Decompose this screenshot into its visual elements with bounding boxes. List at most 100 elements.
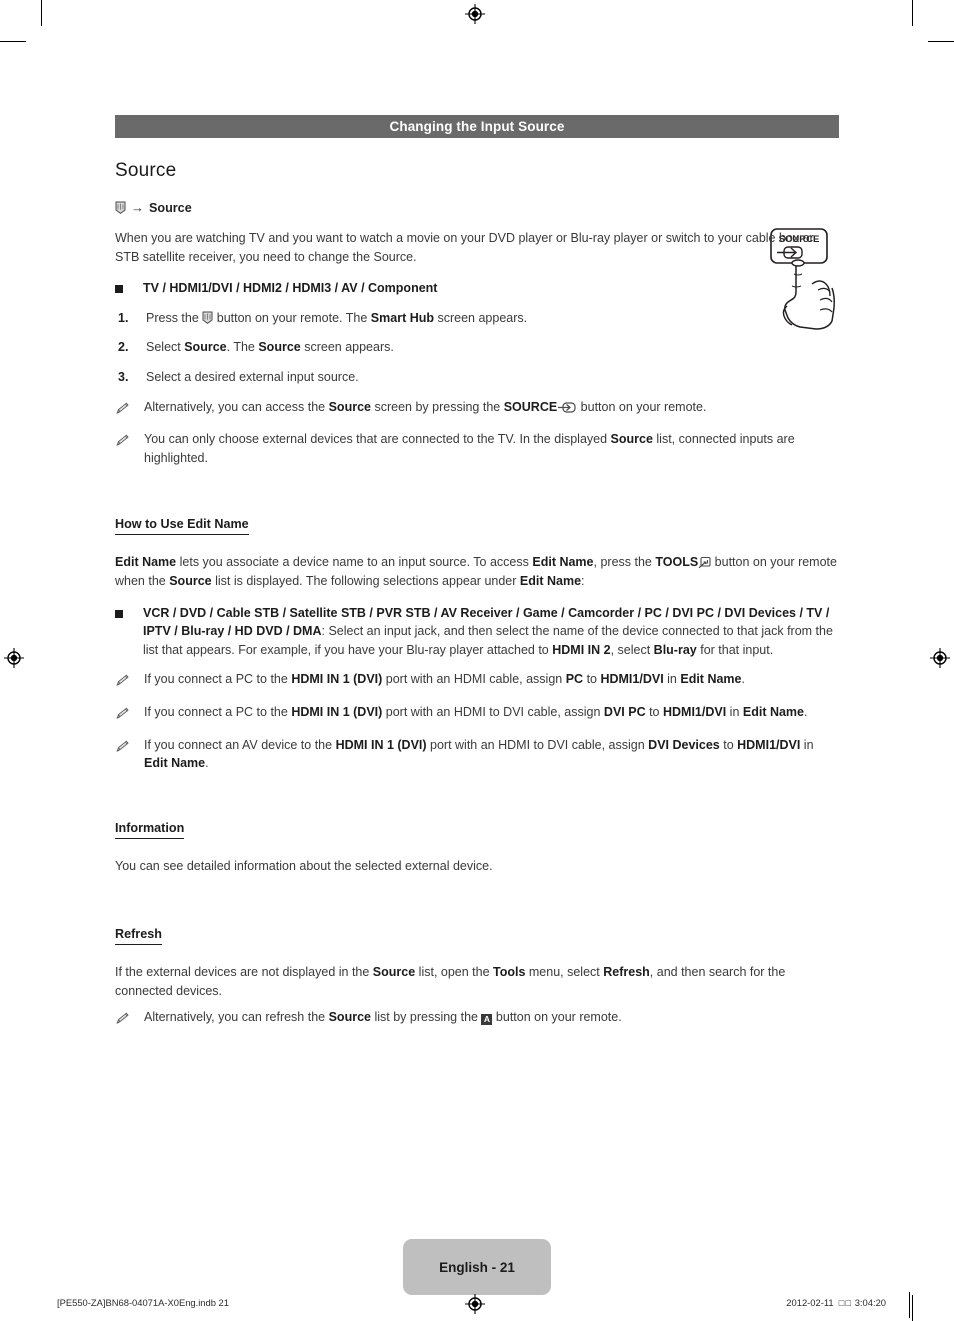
note-source-shortcut: Alternatively, you can access the Source… xyxy=(115,398,839,420)
information-paragraph: You can see detailed information about t… xyxy=(115,858,493,873)
step-1-bold: Smart Hub xyxy=(370,310,434,325)
step-3-number: 3. xyxy=(118,369,129,384)
refresh-note-t3: button on your remote. xyxy=(492,1010,622,1025)
en-note-2-b2: DVI PC xyxy=(603,704,646,719)
note-connected-devices: You can only choose external devices tha… xyxy=(115,430,839,467)
en-note-3-t4: in xyxy=(800,737,814,752)
pencil-note-icon xyxy=(116,740,130,752)
pencil-note-icon xyxy=(116,1012,130,1025)
step-1-number: 1. xyxy=(118,310,129,325)
pencil-note-icon xyxy=(116,674,130,687)
banner-title: Changing the Input Source xyxy=(389,119,565,134)
refresh-paragraph: If the external devices are not displaye… xyxy=(115,963,839,1000)
en-note-2-t1: If you connect a PC to the xyxy=(144,704,292,719)
device-names-bullet: VCR / DVD / Cable STB / Satellite STB / … xyxy=(115,604,839,660)
edit-name-t1: lets you associate a device name to an i… xyxy=(176,555,533,570)
registration-mark-top-center xyxy=(465,4,485,24)
pencil-note-icon xyxy=(116,402,130,414)
section-banner: Changing the Input Source xyxy=(115,115,839,138)
path-arrow-icon: → xyxy=(131,200,144,215)
step-2: 2. Select Source. The Source screen appe… xyxy=(115,338,839,357)
edit-name-t2: , press the xyxy=(593,555,656,570)
en-note-2-t4: in xyxy=(726,704,743,719)
en-note-2-t3: to xyxy=(645,704,663,719)
en-note-3-b3: HDMI1/DVI xyxy=(737,737,801,752)
tools-button-icon xyxy=(698,556,711,569)
intro-paragraph: When you are watching TV and you want to… xyxy=(115,231,814,264)
device-bullet-t3: for that input. xyxy=(696,642,774,657)
refresh-t1: If the external devices are not displaye… xyxy=(115,965,373,980)
square-bullet-icon xyxy=(115,609,123,618)
en-note-1-t3: to xyxy=(583,672,601,687)
step-1-pre: Press the xyxy=(146,310,203,325)
note-av-hdmi-to-dvi-cable: If you connect an AV device to the HDMI … xyxy=(115,736,839,773)
en-note-3-t3: to xyxy=(719,737,738,752)
edit-name-bold-3-tools: TOOLS xyxy=(655,555,699,570)
pencil-note-icon xyxy=(116,434,130,446)
footer-missing-glyphs: □□ xyxy=(838,1297,853,1308)
registration-mark-left-center xyxy=(4,648,24,668)
refresh-b2: Tools xyxy=(493,965,526,980)
refresh-t3: menu, select xyxy=(525,965,604,980)
square-bullet-icon xyxy=(115,285,123,294)
a-button-icon: A xyxy=(481,1014,493,1026)
en-note-3-t1: If you connect an AV device to the xyxy=(144,737,336,752)
crop-mark-top-left-horizontal xyxy=(0,41,26,42)
note-1-bold-2: SOURCE xyxy=(503,399,558,414)
page-number-label: English - 21 xyxy=(439,1259,515,1275)
edit-name-paragraph: Edit Name lets you associate a device na… xyxy=(115,553,839,590)
crop-mark-top-right-vertical xyxy=(912,0,913,26)
refresh-t2: list, open the xyxy=(415,965,494,980)
note-pc-hdmi-cable: If you connect a PC to the HDMI IN 1 (DV… xyxy=(115,670,839,692)
en-note-1-b3: HDMI1/DVI xyxy=(600,672,664,687)
en-note-2-t5: . xyxy=(804,704,808,719)
note-pc-hdmi-to-dvi-cable: If you connect a PC to the HDMI IN 1 (DV… xyxy=(115,703,839,725)
subheading-refresh: Refresh xyxy=(115,927,162,946)
en-note-1-t1: If you connect a PC to the xyxy=(144,672,292,687)
path-label-source: Source xyxy=(149,200,192,215)
en-note-1-b2: PC xyxy=(565,672,584,687)
refresh-b1: Source xyxy=(372,965,416,980)
page-content: Source → Source When you are watching TV… xyxy=(115,160,839,1041)
en-note-3-t5: . xyxy=(205,756,209,771)
crop-mark-top-right-horizontal xyxy=(928,41,954,42)
en-note-3-t2: port with an HDMI to DVI cable, assign xyxy=(426,737,649,752)
refresh-note-t1: Alternatively, you can refresh the xyxy=(144,1010,329,1025)
page-title: Source xyxy=(115,160,177,181)
smart-hub-icon xyxy=(115,201,126,214)
device-bullet-bold-3: Blu-ray xyxy=(653,642,697,657)
footer-crop-rule xyxy=(909,1292,910,1318)
note-1-pre: Alternatively, you can access the xyxy=(144,399,329,414)
edit-name-t4: list is displayed. The following selecti… xyxy=(211,573,520,588)
en-note-1-b4: Edit Name xyxy=(680,672,742,687)
step-2-mid: . The xyxy=(226,340,259,355)
note-1-bold-1: Source xyxy=(328,399,371,414)
note-1-mid: screen by pressing the xyxy=(370,399,504,414)
footer-file-reference: [PE550-ZA]BN68-04071A-X0Eng.indb 21 xyxy=(57,1297,229,1308)
step-2-pre: Select xyxy=(146,340,185,355)
step-1-post: screen appears. xyxy=(434,310,528,325)
registration-mark-bottom-center xyxy=(465,1294,485,1314)
input-sources-list: TV / HDMI1/DVI / HDMI2 / HDMI3 / AV / Co… xyxy=(143,281,438,296)
en-note-2-t2: port with an HDMI to DVI cable, assign xyxy=(382,704,604,719)
note-1-post: button on your remote. xyxy=(577,399,707,414)
footer-time: 3:04:20 xyxy=(854,1297,886,1308)
footer-timestamp: 2012-02-11 □□ 3:04:20 xyxy=(786,1297,886,1308)
step-2-number: 2. xyxy=(118,340,129,355)
step-2-bold-1: Source xyxy=(184,340,227,355)
menu-path: → Source xyxy=(115,200,839,215)
en-note-1-b1: HDMI IN 1 (DVI) xyxy=(291,672,383,687)
step-1-mid: button on your remote. The xyxy=(213,310,371,325)
footer-date: 2012-02-11 xyxy=(786,1297,834,1308)
device-bullet-bold-2: HDMI IN 2 xyxy=(552,642,611,657)
en-note-2-b1: HDMI IN 1 (DVI) xyxy=(291,704,383,719)
step-1: 1. Press the button on your remote. The … xyxy=(115,309,839,328)
en-note-1-t5: . xyxy=(741,672,745,687)
refresh-note-t2: list by pressing the xyxy=(370,1010,482,1025)
step-2-post: screen appears. xyxy=(300,340,394,355)
step-3: 3. Select a desired external input sourc… xyxy=(115,368,839,387)
en-note-3-b4: Edit Name xyxy=(144,756,206,771)
note-2-bold-1: Source xyxy=(610,432,653,447)
crop-mark-top-left-vertical xyxy=(41,0,42,26)
subheading-information: Information xyxy=(115,821,185,839)
